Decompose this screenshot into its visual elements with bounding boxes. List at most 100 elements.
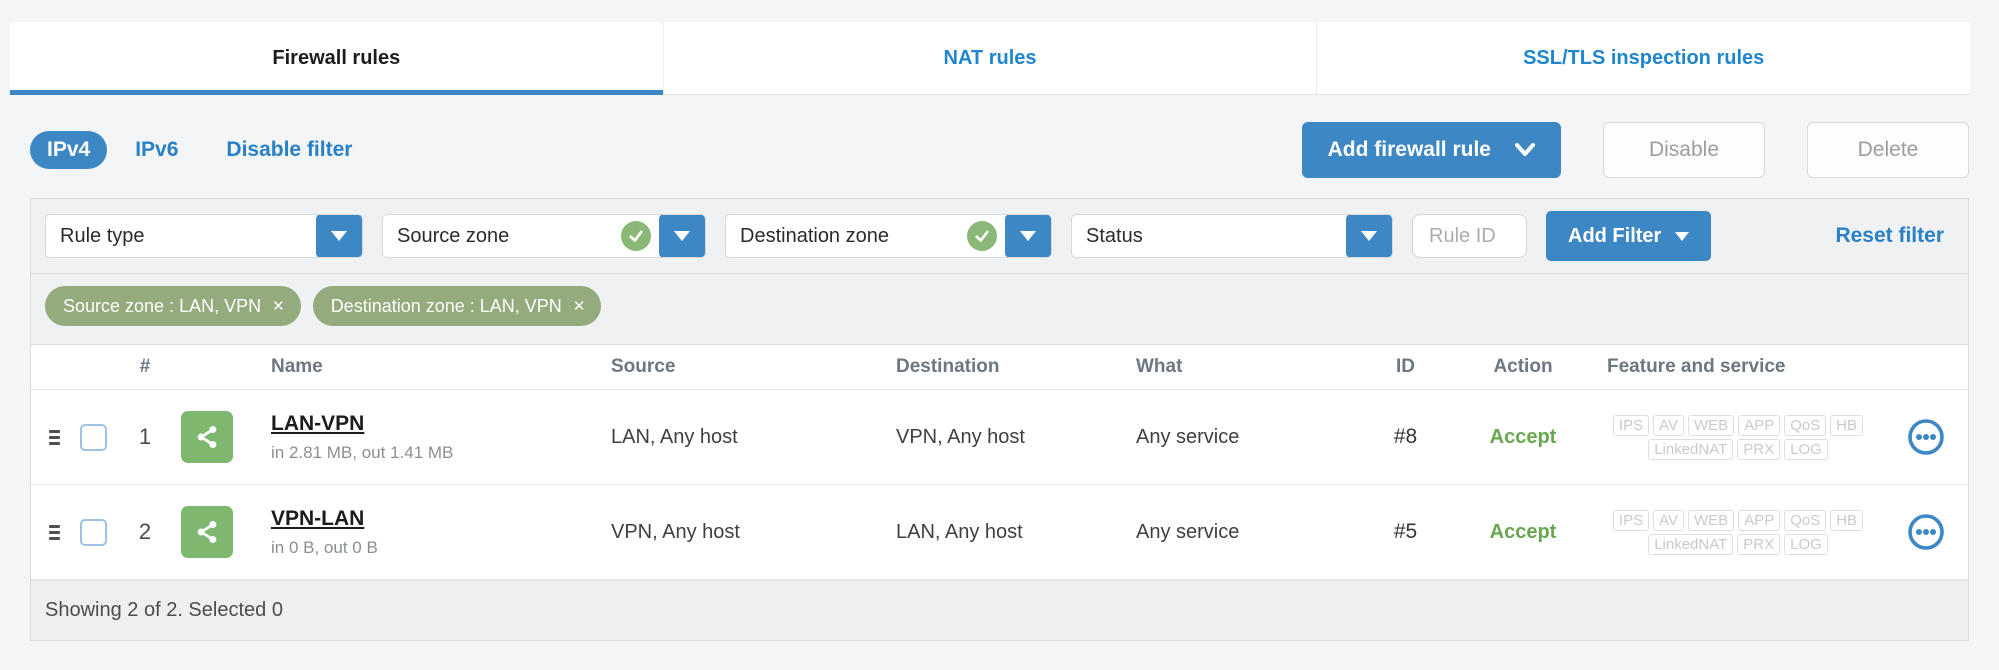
rule-id-input[interactable] bbox=[1412, 214, 1527, 258]
rule-id: #5 bbox=[1393, 520, 1418, 543]
filter-chips-row: Source zone : LAN, VPN ✕ Destination zon… bbox=[31, 274, 1968, 345]
row-menu-ellipsis-icon[interactable] bbox=[1906, 512, 1946, 552]
badge-av: AV bbox=[1653, 509, 1685, 531]
badge-prx: PRX bbox=[1737, 533, 1781, 555]
tab-ssl-tls-inspection-rules[interactable]: SSL/TLS inspection rules bbox=[1317, 22, 1970, 94]
filter-chip-destination-zone: Destination zone : LAN, VPN ✕ bbox=[312, 286, 602, 326]
rule-source: VPN, Any host bbox=[611, 520, 740, 543]
drag-handle-icon[interactable] bbox=[31, 524, 67, 540]
rule-what: Any service bbox=[1136, 425, 1240, 448]
status-dropdown[interactable]: Status bbox=[1071, 214, 1393, 258]
badge-web: WEB bbox=[1688, 414, 1735, 436]
close-icon[interactable]: ✕ bbox=[272, 299, 285, 314]
dropdown-arrow-icon bbox=[659, 215, 705, 257]
header-feature-and-service: Feature and service bbox=[1607, 356, 1786, 377]
dropdown-label: Source zone bbox=[397, 224, 510, 247]
filter-chip-source-zone: Source zone : LAN, VPN ✕ bbox=[45, 286, 301, 326]
rule-name-link[interactable]: VPN-LAN bbox=[271, 507, 364, 531]
check-circle-icon bbox=[967, 221, 997, 251]
rule-type-dropdown[interactable]: Rule type bbox=[45, 214, 363, 258]
toolbar-actions: Add firewall rule Disable Delete bbox=[1301, 121, 1969, 178]
badge-ips: IPS bbox=[1612, 509, 1650, 531]
add-filter-label: Add Filter bbox=[1568, 224, 1662, 247]
header-num: # bbox=[139, 356, 151, 377]
toolbar: IPv4 IPv6 Disable filter Add firewall ru… bbox=[30, 121, 1969, 178]
dropdown-label: Status bbox=[1086, 224, 1143, 247]
row-menu-ellipsis-icon[interactable] bbox=[1906, 417, 1946, 457]
tab-label: SSL/TLS inspection rules bbox=[1523, 46, 1765, 69]
chevron-down-icon bbox=[1515, 142, 1535, 157]
header-action: Action bbox=[1493, 356, 1553, 377]
badge-app: APP bbox=[1738, 414, 1781, 436]
row-number: 1 bbox=[138, 424, 152, 449]
filter-row: Rule type Source zone Destination zone S… bbox=[31, 199, 1968, 274]
source-zone-dropdown[interactable]: Source zone bbox=[382, 214, 706, 258]
rule-what: Any service bbox=[1136, 520, 1240, 543]
header-destination: Destination bbox=[896, 356, 1000, 377]
delete-button[interactable]: Delete bbox=[1807, 121, 1969, 178]
chevron-down-icon bbox=[1675, 231, 1690, 241]
rule-traffic: in 0 B, out 0 B bbox=[271, 537, 378, 557]
firewall-rules-panel: Rule type Source zone Destination zone S… bbox=[30, 198, 1969, 641]
rule-action: Accept bbox=[1489, 425, 1557, 448]
dropdown-arrow-icon bbox=[1005, 215, 1051, 257]
tab-firewall-rules[interactable]: Firewall rules bbox=[10, 22, 664, 95]
tab-label: NAT rules bbox=[943, 46, 1037, 69]
add-firewall-rule-label: Add firewall rule bbox=[1327, 137, 1491, 161]
table-row: 2 VPN-LAN in 0 B, out 0 B VPN, Any host … bbox=[31, 485, 1968, 580]
ipv4-toggle[interactable]: IPv4 bbox=[30, 130, 108, 169]
tab-label: Firewall rules bbox=[272, 46, 401, 69]
reset-filter-link[interactable]: Reset filter bbox=[1835, 224, 1954, 248]
header-source: Source bbox=[611, 356, 676, 377]
badge-hb: HB bbox=[1830, 509, 1864, 531]
feature-badges: IPS AV WEB APP QoS HB LinkedNAT PRX LOG bbox=[1593, 509, 1883, 555]
rule-destination: VPN, Any host bbox=[896, 425, 1025, 448]
disable-button[interactable]: Disable bbox=[1603, 121, 1765, 178]
check-circle-icon bbox=[621, 221, 651, 251]
add-firewall-rule-button[interactable]: Add firewall rule bbox=[1301, 121, 1561, 178]
badge-ips: IPS bbox=[1612, 414, 1650, 436]
dropdown-arrow-icon bbox=[316, 215, 362, 257]
row-checkbox[interactable] bbox=[79, 518, 107, 546]
badge-prx: PRX bbox=[1737, 438, 1781, 460]
badge-hb: HB bbox=[1830, 414, 1864, 436]
header-what: What bbox=[1136, 356, 1183, 377]
ipv6-toggle[interactable]: IPv6 bbox=[135, 138, 178, 162]
rule-traffic: in 2.81 MB, out 1.41 MB bbox=[271, 442, 454, 462]
dropdown-label: Destination zone bbox=[740, 224, 889, 247]
rule-name-link[interactable]: LAN-VPN bbox=[271, 412, 364, 436]
header-id: ID bbox=[1396, 356, 1415, 377]
badge-log: LOG bbox=[1784, 533, 1828, 555]
close-icon[interactable]: ✕ bbox=[573, 299, 586, 314]
disable-filter-link[interactable]: Disable filter bbox=[226, 138, 352, 162]
header-name: Name bbox=[271, 356, 323, 377]
badge-av: AV bbox=[1653, 414, 1685, 436]
badge-log: LOG bbox=[1784, 438, 1828, 460]
badge-qos: QoS bbox=[1784, 509, 1827, 531]
dropdown-arrow-icon bbox=[1346, 215, 1392, 257]
add-filter-button[interactable]: Add Filter bbox=[1546, 211, 1712, 261]
tab-nat-rules[interactable]: NAT rules bbox=[664, 22, 1318, 94]
rule-action: Accept bbox=[1489, 520, 1557, 543]
table-footer-status: Showing 2 of 2. Selected 0 bbox=[31, 580, 1968, 640]
tab-bar: Firewall rules NAT rules SSL/TLS inspect… bbox=[10, 22, 1970, 95]
badge-web: WEB bbox=[1688, 509, 1735, 531]
badge-linkednat: LinkedNAT bbox=[1648, 533, 1734, 555]
drag-handle-icon[interactable] bbox=[31, 429, 67, 445]
rule-id: #8 bbox=[1393, 425, 1418, 448]
row-checkbox[interactable] bbox=[79, 423, 107, 451]
rule-destination: LAN, Any host bbox=[896, 520, 1023, 543]
rule-group-icon bbox=[181, 506, 233, 558]
rule-group-icon bbox=[181, 411, 233, 463]
chip-label: Destination zone : LAN, VPN bbox=[330, 295, 562, 316]
badge-app: APP bbox=[1738, 509, 1781, 531]
row-number: 2 bbox=[138, 519, 152, 544]
feature-badges: IPS AV WEB APP QoS HB LinkedNAT PRX LOG bbox=[1593, 414, 1883, 460]
destination-zone-dropdown[interactable]: Destination zone bbox=[725, 214, 1052, 258]
table-row: 1 LAN-VPN in 2.81 MB, out 1.41 MB LAN, A… bbox=[31, 390, 1968, 485]
dropdown-label: Rule type bbox=[60, 224, 145, 247]
badge-linkednat: LinkedNAT bbox=[1648, 438, 1734, 460]
table-header: # Name Source Destination What ID Action… bbox=[31, 345, 1968, 390]
chip-label: Source zone : LAN, VPN bbox=[63, 295, 262, 316]
badge-qos: QoS bbox=[1784, 414, 1827, 436]
